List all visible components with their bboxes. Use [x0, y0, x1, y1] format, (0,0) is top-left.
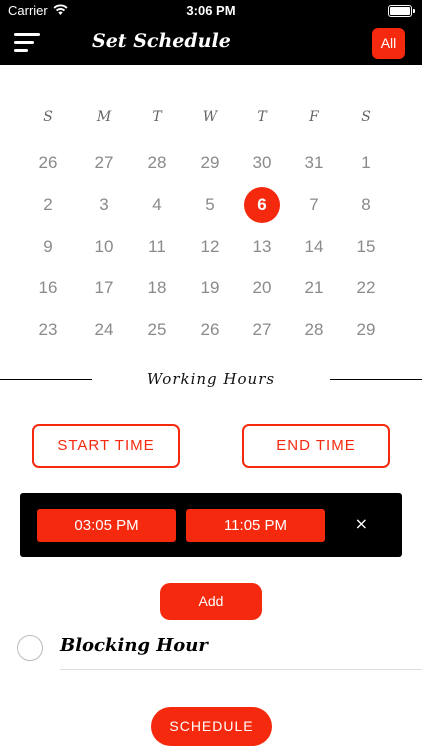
status-bar: Carrier 3:06 PM — [0, 0, 422, 22]
status-time: 3:06 PM — [186, 3, 236, 18]
calendar-day[interactable]: 18 — [137, 273, 177, 303]
schedule-button[interactable]: SCHEDULE — [151, 707, 272, 746]
close-icon[interactable]: × — [355, 514, 368, 533]
calendar-day[interactable]: 3 — [84, 190, 124, 220]
calendar-day[interactable]: 7 — [294, 190, 334, 220]
calendar-day[interactable]: 14 — [294, 232, 334, 262]
weekday-label: F — [309, 109, 319, 125]
calendar-week-row: 9 10 11 12 13 14 15 — [0, 232, 422, 262]
calendar-day[interactable]: 5 — [190, 190, 230, 220]
calendar-day[interactable]: 13 — [242, 232, 282, 262]
calendar-day[interactable]: 29 — [346, 315, 386, 345]
calendar-day[interactable]: 21 — [294, 273, 334, 303]
menu-icon[interactable] — [14, 33, 40, 53]
calendar-week-row: 26 27 28 29 30 31 1 — [0, 148, 422, 178]
page-title: Set Schedule — [92, 30, 231, 52]
calendar-day[interactable]: 17 — [84, 273, 124, 303]
calendar-day[interactable]: 25 — [137, 315, 177, 345]
end-time-value[interactable]: 11:05 PM — [186, 509, 325, 542]
add-button[interactable]: Add — [160, 583, 262, 620]
weekday-label: S — [43, 109, 53, 125]
blocking-hour-radio[interactable] — [17, 635, 43, 661]
divider-right — [330, 379, 422, 380]
weekday-row: SMTWTFS — [0, 95, 422, 125]
calendar-day-selected[interactable]: 6 — [244, 187, 280, 223]
calendar-week-row: 2345678 — [0, 187, 422, 223]
blocking-hour-label: Blocking Hour — [60, 635, 208, 656]
weekday-label: T — [257, 109, 267, 125]
all-button[interactable]: All — [372, 28, 405, 59]
calendar-day[interactable]: 27 — [84, 148, 124, 178]
calendar-week-row: 16 17 18 19 20 21 22 — [0, 273, 422, 303]
time-slot-panel: 03:05 PM 11:05 PM × — [20, 493, 402, 557]
calendar-day[interactable]: 28 — [294, 315, 334, 345]
calendar-day[interactable]: 11 — [137, 232, 177, 262]
calendar-day[interactable]: 9 — [28, 232, 68, 262]
calendar-day[interactable]: 24 — [84, 315, 124, 345]
calendar-day[interactable]: 19 — [190, 273, 230, 303]
calendar-day[interactable]: 31 — [294, 148, 334, 178]
calendar-day[interactable]: 2 — [28, 190, 68, 220]
calendar-day[interactable]: 29 — [190, 148, 230, 178]
calendar-week-row: 23 24 25 26 27 28 29 — [0, 315, 422, 345]
calendar-day[interactable]: 27 — [242, 315, 282, 345]
calendar-day[interactable]: 23 — [28, 315, 68, 345]
weekday-label: M — [96, 109, 112, 125]
battery-icon — [388, 5, 415, 17]
calendar-day[interactable]: 12 — [190, 232, 230, 262]
weekday-label: T — [152, 109, 162, 125]
calendar-day[interactable]: 26 — [190, 315, 230, 345]
start-time-button[interactable]: START TIME — [32, 424, 180, 468]
calendar-day[interactable]: 16 — [28, 273, 68, 303]
start-time-value[interactable]: 03:05 PM — [37, 509, 176, 542]
calendar-day[interactable]: 15 — [346, 232, 386, 262]
calendar-day[interactable]: 28 — [137, 148, 177, 178]
calendar-day[interactable]: 10 — [84, 232, 124, 262]
calendar-day[interactable]: 4 — [137, 190, 177, 220]
blocking-hour-underline — [60, 669, 422, 670]
calendar-day[interactable]: 26 — [28, 148, 68, 178]
end-time-button[interactable]: END TIME — [242, 424, 390, 468]
calendar-day[interactable]: 20 — [242, 273, 282, 303]
nav-bar: Set Schedule All — [0, 22, 422, 65]
calendar-day[interactable]: 30 — [242, 148, 282, 178]
calendar-day[interactable]: 22 — [346, 273, 386, 303]
weekday-label: S — [361, 109, 371, 125]
calendar-day[interactable]: 1 — [346, 148, 386, 178]
calendar-day[interactable]: 8 — [346, 190, 386, 220]
weekday-label: W — [202, 109, 218, 125]
